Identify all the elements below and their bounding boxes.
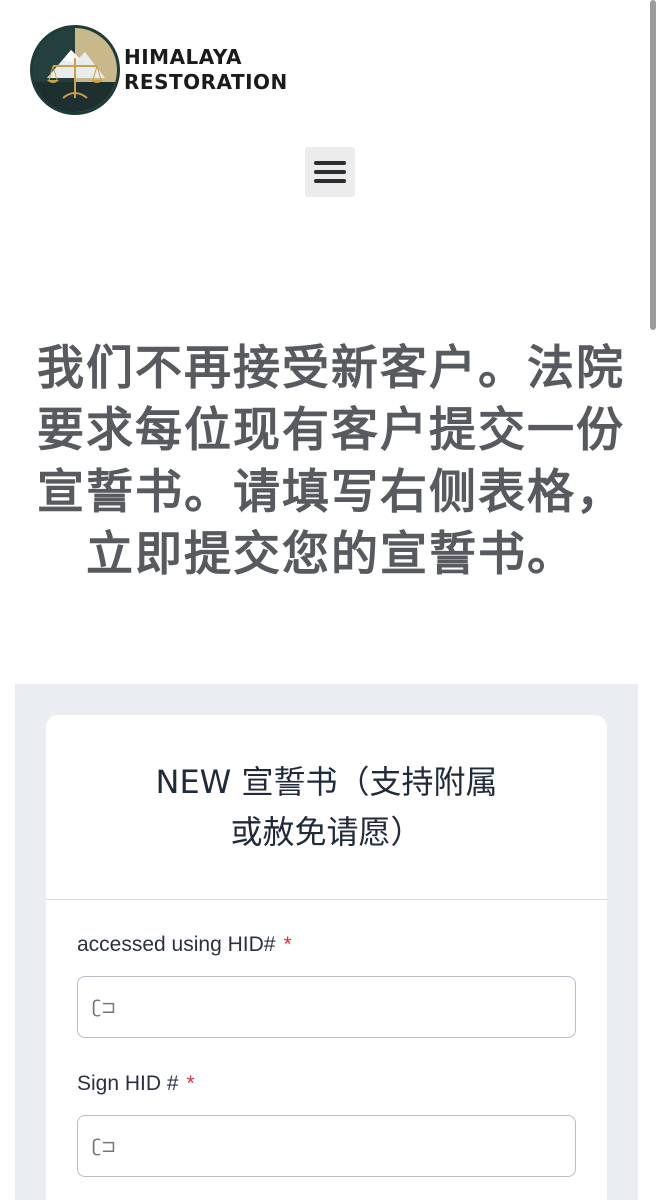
form-title-line-1: NEW 宣誓书（支持附属 bbox=[155, 763, 498, 801]
form-title: NEW 宣誓书（支持附属 或赦免请愿） bbox=[46, 757, 607, 857]
page: HIMALAYA RESTORATION 我们不再接受新客户。法院要求每位现有客… bbox=[0, 0, 659, 1200]
sign-hid-label: Sign HID # * bbox=[77, 1072, 195, 1096]
required-asterisk: * bbox=[186, 1072, 195, 1095]
hid-access-field[interactable] bbox=[77, 976, 576, 1038]
sign-hid-field[interactable] bbox=[77, 1115, 576, 1177]
affidavit-form-card: NEW 宣誓书（支持附属 或赦免请愿） accessed using HID# *… bbox=[46, 715, 607, 1200]
hid-access-input[interactable] bbox=[90, 995, 575, 1019]
menu-button[interactable] bbox=[305, 147, 355, 197]
page-headline: 我们不再接受新客户。法院要求每位现有客户提交一份宣誓书。请填写右侧表格，立即提交… bbox=[37, 341, 625, 582]
page-scrollbar[interactable] bbox=[650, 0, 656, 330]
form-title-line-2: 或赦免请愿） bbox=[230, 813, 423, 851]
hamburger-menu-icon bbox=[314, 161, 346, 183]
logo-emblem-icon bbox=[30, 25, 120, 115]
required-asterisk: * bbox=[283, 933, 292, 956]
sign-hid-label-text: Sign HID # bbox=[77, 1072, 179, 1095]
hid-access-label: accessed using HID# * bbox=[77, 933, 292, 957]
logo-line-2: RESTORATION bbox=[124, 70, 288, 94]
logo-wordmark: HIMALAYA RESTORATION bbox=[124, 45, 288, 95]
hid-access-label-text: accessed using HID# bbox=[77, 933, 276, 956]
site-logo[interactable]: HIMALAYA RESTORATION bbox=[30, 25, 288, 115]
sign-hid-input[interactable] bbox=[90, 1134, 575, 1158]
logo-line-1: HIMALAYA bbox=[124, 45, 242, 69]
form-divider bbox=[46, 899, 607, 900]
